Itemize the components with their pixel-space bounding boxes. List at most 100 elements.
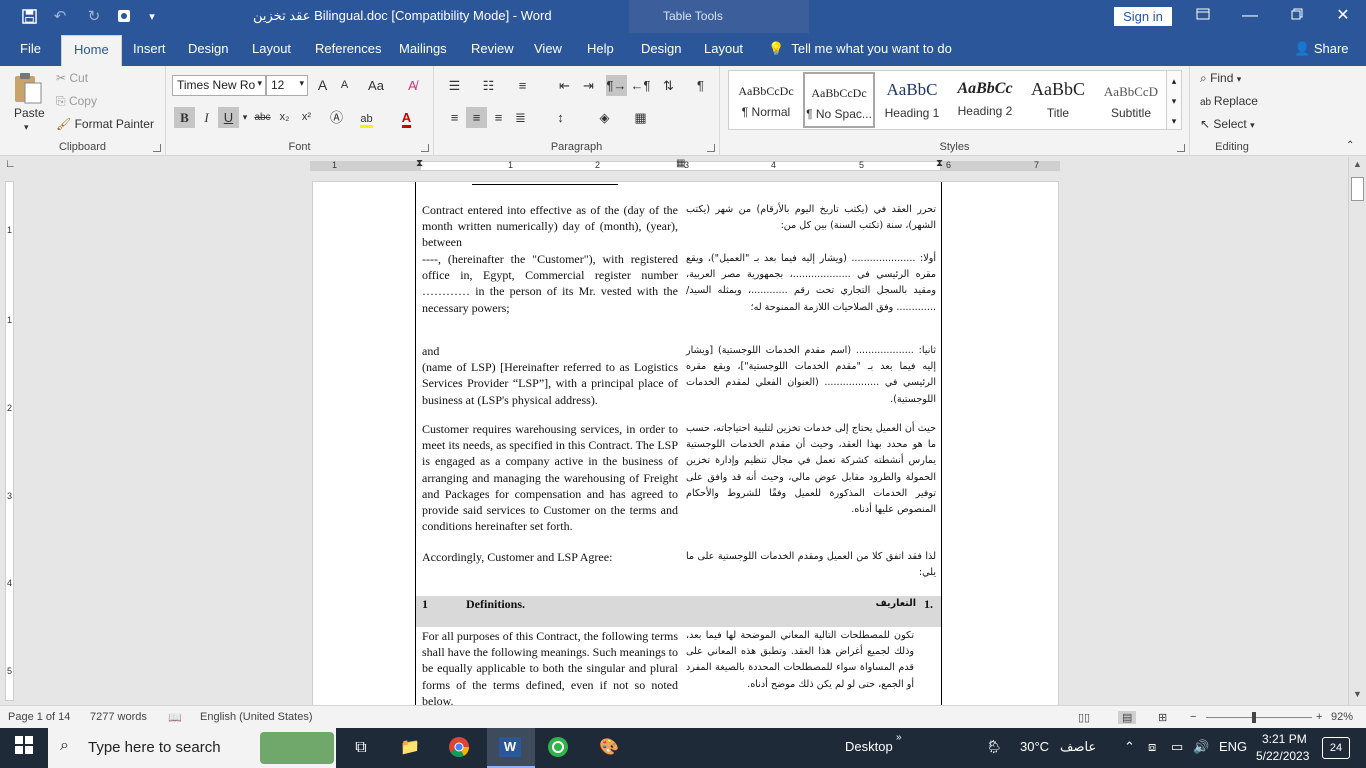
input-language[interactable]: ENG [1219,739,1247,754]
tab-view[interactable]: View [534,41,562,56]
grow-font-icon[interactable]: A [312,75,333,96]
tab-table-layout[interactable]: Layout [704,41,743,56]
text-effects-icon[interactable]: Ⓐ [326,107,347,128]
bullets-icon[interactable]: ☰ [444,75,465,96]
tab-review[interactable]: Review [471,41,514,56]
align-right-icon[interactable]: ≡ [488,107,509,128]
subscript-button[interactable]: x₂ [274,107,295,128]
rtl-text-direction-icon[interactable]: ←¶ [630,75,651,96]
row-6-arabic[interactable]: تكون للمصطلحات التالية المعاني الموضحة ل… [686,628,914,693]
temperature[interactable]: 30°C [1020,739,1049,754]
task-view-icon[interactable]: ⧉ [348,736,374,760]
file-explorer-icon[interactable]: 📁 [397,736,423,760]
row-4-english[interactable]: Customer requires warehousing services, … [422,421,678,534]
justify-icon[interactable]: ≣ [510,107,531,128]
font-launcher-icon[interactable] [421,144,429,152]
weather-condition[interactable]: عاصف [1060,739,1096,755]
scroll-thumb[interactable] [1351,177,1364,201]
decrease-indent-icon[interactable]: ⇤ [554,75,575,96]
row-1-english[interactable]: Contract entered into effective as of th… [422,202,678,251]
superscript-button[interactable]: x² [296,107,317,128]
chevron-right-icon[interactable]: » [896,732,902,743]
replace-button[interactable]: ab Replace [1200,94,1258,108]
save-icon[interactable] [17,5,41,27]
network-icon[interactable]: ▭ [1171,739,1183,755]
increase-indent-icon[interactable]: ⇥ [578,75,599,96]
tab-file[interactable]: File [20,41,41,56]
tab-help[interactable]: Help [587,41,614,56]
align-left-icon[interactable]: ≡ [444,107,465,128]
zoom-slider-thumb[interactable] [1252,712,1257,723]
document-area[interactable]: Contract entered into effective as of th… [18,175,1348,705]
bilingual-table[interactable]: Contract entered into effective as of th… [415,182,942,705]
tab-mailings[interactable]: Mailings [399,41,447,56]
style-subtitle[interactable]: AaBbCcD Subtitle [1095,72,1167,128]
tab-table-design[interactable]: Design [641,41,681,56]
collapse-ribbon-icon[interactable]: ⌃ [1346,140,1354,151]
tab-stop-selector-icon[interactable]: ∟ [5,158,16,170]
clock-date[interactable]: 5/22/2023 [1256,749,1309,763]
italic-button[interactable]: I [196,107,217,128]
taskbar-app-icon[interactable]: ⧈ [1148,739,1156,755]
scroll-down-icon[interactable]: ▼ [1353,689,1362,699]
multilevel-list-icon[interactable]: ≡ [512,75,533,96]
print-layout-icon[interactable]: ▤ [1118,711,1137,724]
format-painter-button[interactable]: 🖌 Format Painter [56,117,154,131]
taskbar-search[interactable]: ⌕ Type here to search [48,728,336,768]
tab-home[interactable]: Home [61,35,122,66]
tell-me-search[interactable]: 💡 Tell me what you want to do [768,41,952,57]
show-hide-marks-icon[interactable]: ¶ [690,75,711,96]
sort-icon[interactable]: ⇅ [658,75,679,96]
ribbon-display-options-icon[interactable] [1188,4,1218,28]
style-heading-2[interactable]: AaBbCc Heading 2 [949,72,1021,128]
sign-in-button[interactable]: Sign in [1114,7,1172,26]
font-size-box[interactable]: 12 ▾ [266,75,308,96]
style-no-spacing[interactable]: AaBbCcDc ¶ No Spac... [803,72,875,128]
touch-mode-icon[interactable] [112,5,136,27]
notification-badge[interactable]: 24 [1322,737,1350,759]
chrome-icon[interactable] [446,736,472,760]
select-button[interactable]: ↖ Select ▾ [1200,117,1255,131]
clock-time[interactable]: 3:21 PM [1262,732,1307,746]
volume-icon[interactable]: 🔊 [1193,739,1209,755]
page-count[interactable]: Page 1 of 14 [8,711,70,723]
paste-button[interactable]: Paste [14,106,45,120]
highlight-icon[interactable]: ab [356,107,377,128]
change-case-button[interactable]: Aa [362,75,390,96]
row-5-english[interactable]: Accordingly, Customer and LSP Agree: [422,549,678,565]
row-3-english[interactable]: and (name of LSP) [Hereinafter referred … [422,343,678,408]
clear-formatting-icon[interactable]: A̸ [402,75,423,96]
copy-button[interactable]: ⎘ Copy [56,94,97,109]
zoom-out-icon[interactable]: − [1190,711,1196,723]
ltr-text-direction-icon[interactable]: ¶→ [606,75,627,96]
restore-icon[interactable] [1282,4,1312,28]
paragraph-launcher-icon[interactable] [707,144,715,152]
chevron-up-icon[interactable]: ⌃ [1124,739,1135,755]
chevron-down-icon[interactable]: ▾ [1172,96,1177,106]
share-button[interactable]: 👤 Share [1294,41,1349,57]
line-spacing-icon[interactable]: ↕ [550,107,571,128]
column-marker-icon[interactable]: ▦ [676,158,685,169]
indent-marker-icon[interactable]: ⧗ [416,158,423,169]
styles-scroll[interactable]: ▴ ▾ ▾ [1166,70,1182,130]
find-button[interactable]: ⌕ Find ▾ [1200,71,1241,86]
font-color-icon[interactable]: A [396,107,417,128]
row-5-arabic[interactable]: لذا فقد اتفق كلا من العميل ومقدم الخدمات… [686,549,936,581]
document-page[interactable]: Contract entered into effective as of th… [312,181,1059,705]
more-styles-icon[interactable]: ▾ [1172,116,1177,126]
scroll-up-icon[interactable]: ▲ [1353,159,1362,169]
vertical-ruler[interactable]: 1 1 2 3 4 5 [0,175,18,705]
paste-dropdown-icon[interactable]: ▾ [24,122,29,133]
horizontal-ruler[interactable]: ∟ 1 1 2 3 4 5 6 7 ⧗ ▦ ⧗ [0,157,1366,175]
cut-button[interactable]: ✂ Cut [56,71,88,85]
weather-icon[interactable]: 🌦 [986,739,1003,755]
green-app-icon[interactable] [545,736,571,760]
shrink-font-icon[interactable]: A [334,75,355,96]
definitions-heading-english[interactable]: Definitions. [466,596,586,612]
row-4-arabic[interactable]: حيث أن العميل يحتاج إلى خدمات تخزين لتلب… [686,421,936,518]
close-icon[interactable]: ✕ [1328,4,1358,28]
chevron-up-icon[interactable]: ▴ [1172,76,1177,86]
word-taskbar-button[interactable]: W [487,728,535,768]
shading-icon[interactable]: ◈ [594,107,615,128]
styles-launcher-icon[interactable] [1177,144,1185,152]
